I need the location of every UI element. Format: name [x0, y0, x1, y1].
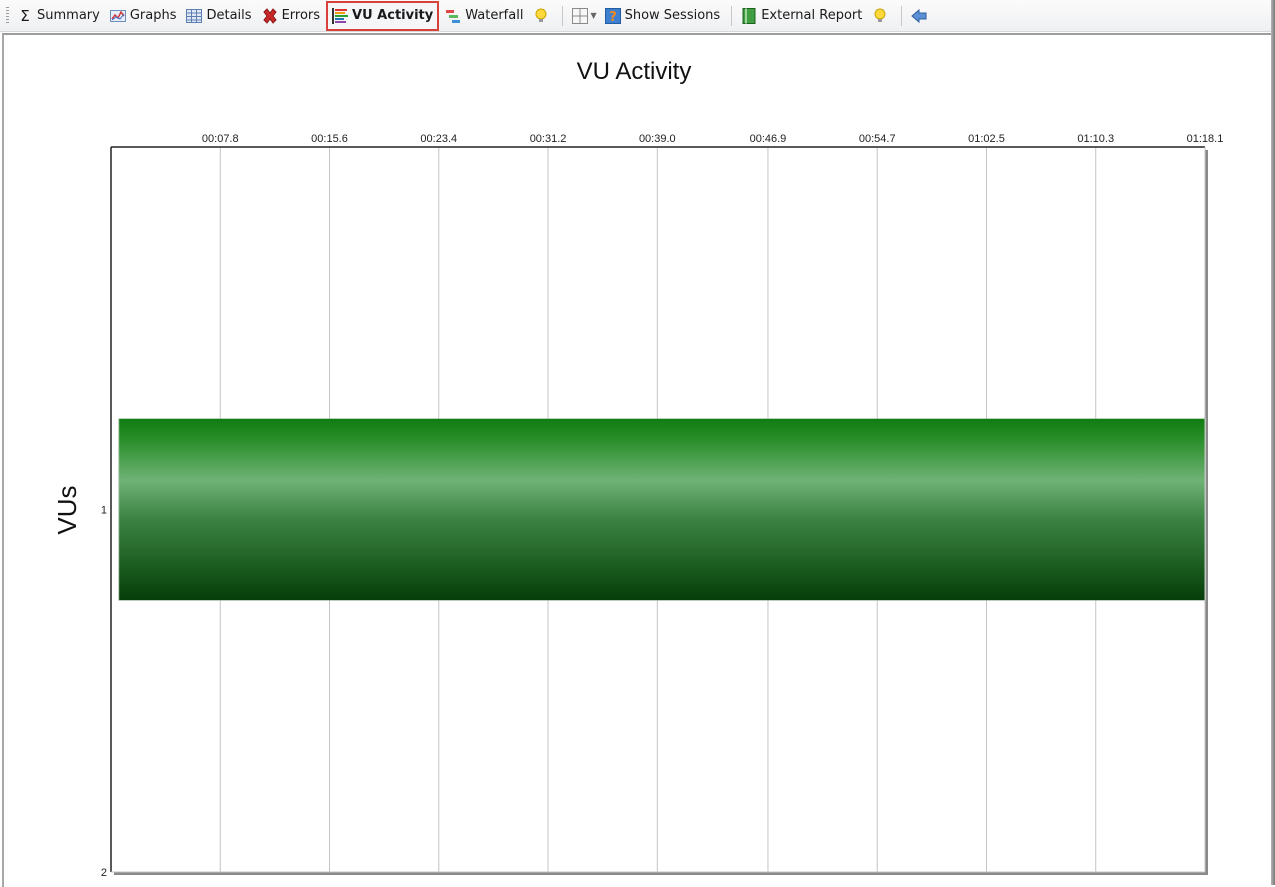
x-tick-label: 00:39.0 — [639, 133, 676, 145]
x-tick-label: 01:02.5 — [968, 133, 1005, 145]
x-tick-label: 00:07.8 — [202, 133, 239, 145]
x-tick-label: 00:46.9 — [750, 133, 787, 145]
vu-activity-bar — [119, 418, 1206, 601]
vu-activity-chart: 00:07.8 00:15.6 00:23.4 00:31.2 00:39.0 00:46… — [52, 133, 1224, 879]
y-tick-label: 1 — [101, 505, 107, 517]
x-tick-label: 01:10.3 — [1077, 133, 1114, 145]
x-tick-label: 00:31.2 — [530, 133, 567, 145]
y-tick-label: 2 — [101, 867, 107, 879]
x-tick-label: 00:15.6 — [311, 133, 348, 145]
x-tick-label: 01:18.1 — [1187, 133, 1224, 145]
x-tick-label: 00:23.4 — [420, 133, 457, 145]
y-axis-label: VUs — [52, 485, 82, 534]
x-tick-label: 00:54.7 — [859, 133, 896, 145]
